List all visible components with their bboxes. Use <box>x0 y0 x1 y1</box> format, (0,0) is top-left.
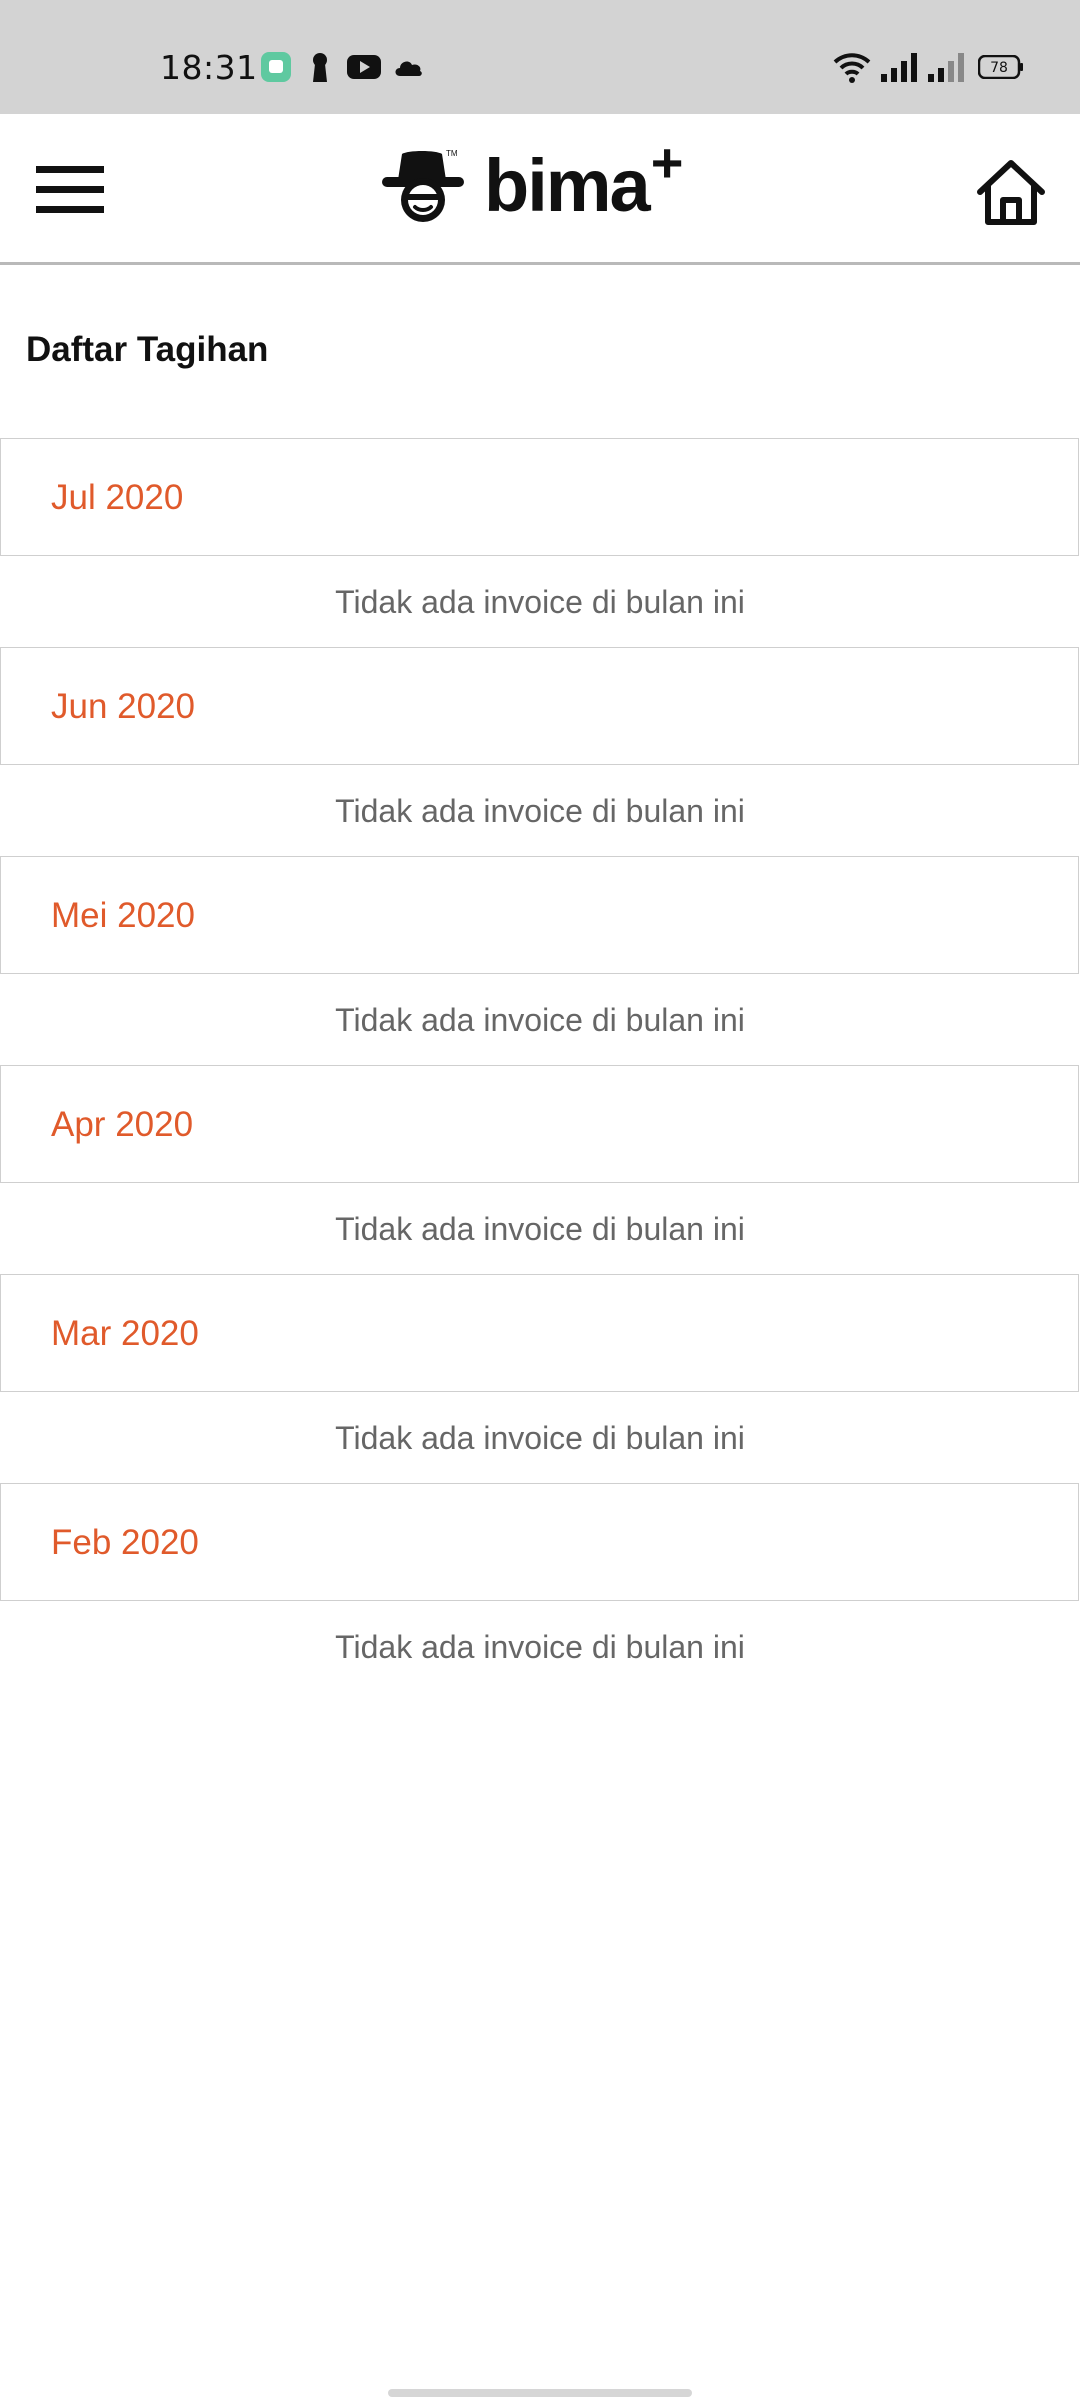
month-header-apr-2020[interactable]: Apr 2020 <box>0 1065 1079 1183</box>
signal-icon <box>880 52 918 87</box>
month-header-mei-2020[interactable]: Mei 2020 <box>0 856 1079 974</box>
keyhole-icon <box>309 52 331 87</box>
empty-invoice-message: Tidak ada invoice di bulan ini <box>335 584 745 620</box>
cloud-icon <box>392 52 424 87</box>
month-group: Mei 2020 Tidak ada invoice di bulan ini <box>0 856 1080 1065</box>
page-title: Daftar Tagihan <box>26 330 269 369</box>
month-header-jun-2020[interactable]: Jun 2020 <box>0 647 1079 765</box>
status-bar: 18:31 78 <box>0 0 1080 114</box>
empty-invoice-message: Tidak ada invoice di bulan ini <box>335 1420 745 1456</box>
home-button[interactable] <box>976 158 1046 228</box>
hamburger-menu-button[interactable] <box>36 164 106 214</box>
month-group: Apr 2020 Tidak ada invoice di bulan ini <box>0 1065 1080 1274</box>
wifi-icon <box>833 52 871 89</box>
logo-tm: TM <box>446 150 458 158</box>
menu-line-top <box>36 166 104 173</box>
month-group: Mar 2020 Tidak ada invoice di bulan ini <box>0 1274 1080 1483</box>
menu-line-bottom <box>36 206 104 213</box>
month-header-mar-2020[interactable]: Mar 2020 <box>0 1274 1079 1392</box>
month-group: Jun 2020 Tidak ada invoice di bulan ini <box>0 647 1080 856</box>
empty-invoice-message: Tidak ada invoice di bulan ini <box>335 793 745 829</box>
month-label: Apr 2020 <box>51 1105 194 1144</box>
gesture-home-indicator[interactable] <box>388 2389 692 2397</box>
menu-line-middle <box>36 186 104 193</box>
month-header-feb-2020[interactable]: Feb 2020 <box>0 1483 1079 1601</box>
signal-weak-icon <box>927 52 965 87</box>
month-group: Jul 2020 Tidak ada invoice di bulan ini <box>0 438 1080 647</box>
month-label: Jun 2020 <box>51 687 196 726</box>
logo-plus: + <box>650 130 684 194</box>
month-label: Mei 2020 <box>51 896 195 935</box>
empty-invoice-message: Tidak ada invoice di bulan ini <box>335 1002 745 1038</box>
home-icon <box>977 160 1045 225</box>
spy-hat-logo-icon: TM <box>382 150 464 222</box>
status-time: 18:31 <box>160 48 258 87</box>
month-label: Jul 2020 <box>51 478 184 517</box>
battery-level: 78 <box>990 60 1008 76</box>
chat-app-icon <box>261 52 291 87</box>
invoice-month-list: Jul 2020 Tidak ada invoice di bulan ini … <box>0 438 1080 1692</box>
battery-icon: 78 <box>977 54 1024 84</box>
month-label: Mar 2020 <box>51 1314 199 1353</box>
app-header: TM bima + <box>0 114 1080 265</box>
empty-invoice-message: Tidak ada invoice di bulan ini <box>335 1629 745 1665</box>
month-group: Feb 2020 Tidak ada invoice di bulan ini <box>0 1483 1080 1692</box>
month-label: Feb 2020 <box>51 1523 199 1562</box>
month-header-jul-2020[interactable]: Jul 2020 <box>0 438 1079 556</box>
logo-text: bima <box>484 144 651 227</box>
empty-invoice-message: Tidak ada invoice di bulan ini <box>335 1211 745 1247</box>
bima-logo: TM bima + <box>380 131 683 228</box>
youtube-icon <box>347 52 381 87</box>
